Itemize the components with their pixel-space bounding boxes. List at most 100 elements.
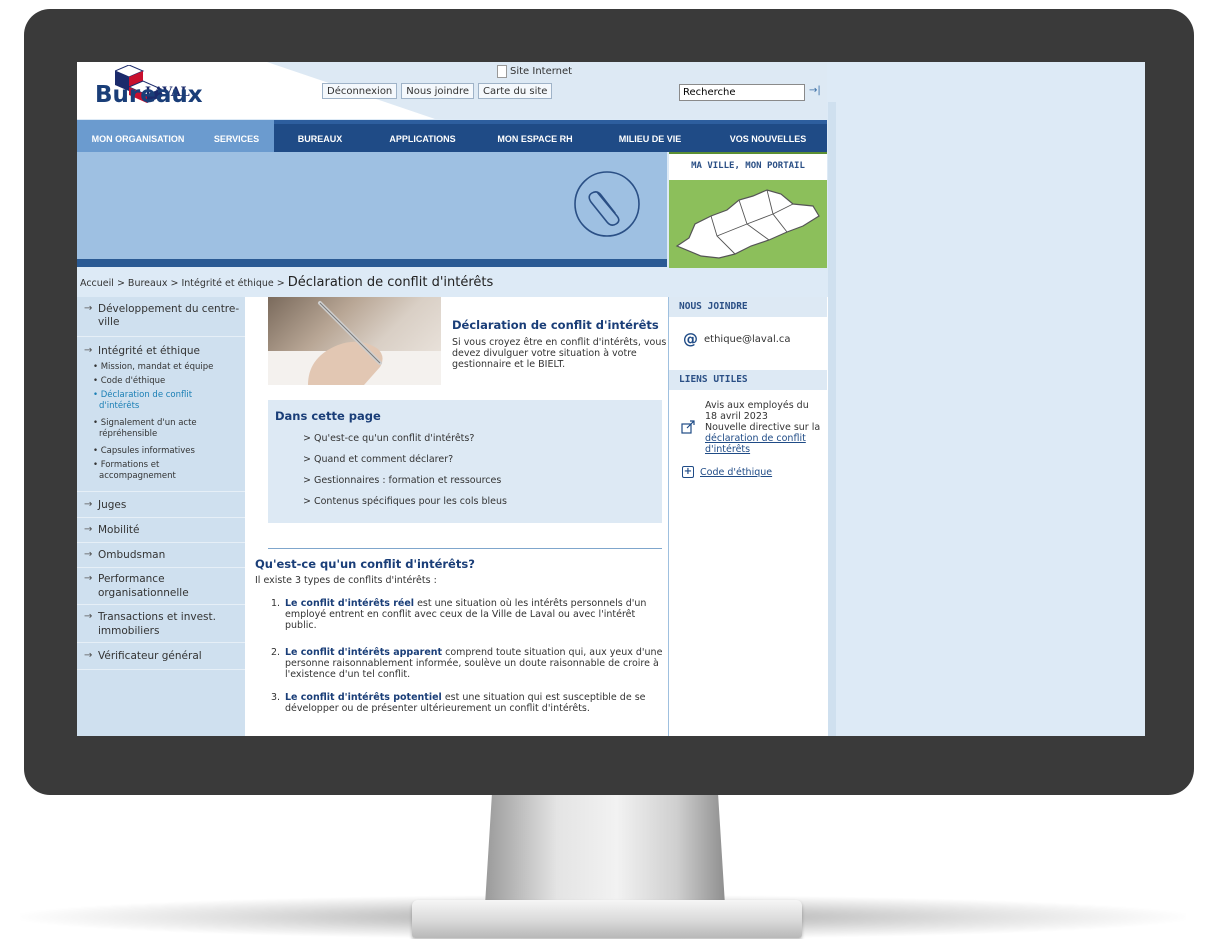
site-internet-checkbox[interactable] bbox=[497, 65, 507, 78]
notice-link[interactable]: déclaration de conflit bbox=[705, 433, 823, 444]
search-input[interactable]: Recherche bbox=[679, 84, 805, 101]
arrow-right-icon: → bbox=[84, 549, 93, 560]
definition-item: 3. Le conflit d'intérêts potentiel est u… bbox=[271, 692, 665, 714]
notice-link-2[interactable]: d'intérêts bbox=[705, 444, 823, 455]
section-lead: Il existe 3 types de conflits d'intérêts… bbox=[255, 575, 437, 586]
notice-line: Avis aux employés du bbox=[705, 400, 809, 411]
plus-icon[interactable]: + bbox=[682, 466, 694, 478]
toc-link[interactable]: > Contenus spécifiques pour les cols ble… bbox=[303, 496, 507, 507]
breadcrumb-current: Déclaration de conflit d'intérêts bbox=[287, 275, 494, 290]
toc-link[interactable]: > Gestionnaires : formation et ressource… bbox=[303, 475, 501, 486]
item-term: Le conflit d'intérêts apparent bbox=[285, 647, 443, 658]
top-links: Déconnexion Nous joindre Carte du site bbox=[322, 83, 553, 99]
menu-item-integrite[interactable]: → Intégrité et éthique • Mission, mandat… bbox=[77, 337, 245, 492]
arrow-right-icon: → bbox=[84, 345, 93, 356]
nav-applications[interactable]: APPLICATIONS bbox=[366, 120, 479, 152]
menu-item-ombudsman[interactable]: → Ombudsman bbox=[77, 543, 245, 568]
menu-label: Développement du centre- bbox=[98, 303, 240, 315]
monitor-stand bbox=[485, 790, 725, 905]
menu-label: Ombudsman bbox=[98, 549, 166, 561]
toc-link[interactable]: > Quand et comment déclarer? bbox=[303, 454, 453, 465]
email-address[interactable]: ethique@laval.ca bbox=[704, 334, 791, 345]
submenu-declaration[interactable]: • Déclaration de conflit bbox=[93, 390, 192, 401]
submenu-formations[interactable]: • Formations et bbox=[93, 460, 159, 471]
portal-title[interactable]: MA VILLE, MON PORTAIL bbox=[669, 152, 827, 180]
main-nav: MON ORGANISATION SERVICES BUREAUX APPLIC… bbox=[77, 120, 827, 152]
nav-mon-organisation[interactable]: MON ORGANISATION bbox=[77, 120, 199, 152]
at-icon: @ bbox=[683, 330, 698, 348]
menu-item-juges[interactable]: → Juges bbox=[77, 492, 245, 518]
menu-item-developpement[interactable]: → Développement du centre- ville bbox=[77, 297, 245, 337]
laval-map-icon[interactable] bbox=[669, 180, 827, 268]
external-link-icon[interactable] bbox=[681, 419, 695, 434]
submenu-code-ethique[interactable]: • Code d'éthique bbox=[93, 376, 165, 387]
submenu-formations-2[interactable]: accompagnement bbox=[99, 471, 176, 482]
intro-text: Si vous croyez être en conflit d'intérêt… bbox=[452, 337, 667, 370]
definition-item: 1. Le conflit d'intérêts réel est une si… bbox=[271, 598, 665, 631]
divider bbox=[268, 548, 662, 549]
menu-label: Intégrité et éthique bbox=[98, 345, 200, 357]
submenu-mission[interactable]: • Mission, mandat et équipe bbox=[93, 362, 213, 373]
arrow-right-icon: → bbox=[84, 611, 93, 622]
writing-hand-photo bbox=[268, 297, 441, 385]
sitemap-link[interactable]: Carte du site bbox=[478, 83, 553, 99]
nav-services[interactable]: SERVICES bbox=[199, 120, 274, 152]
menu-label: ville bbox=[98, 316, 120, 328]
monitor-base bbox=[412, 900, 802, 938]
contact-link[interactable]: Nous joindre bbox=[401, 83, 475, 99]
definition-item: 2. Le conflit d'intérêts apparent compre… bbox=[271, 647, 665, 680]
notice-line: Nouvelle directive sur la bbox=[705, 422, 821, 433]
menu-label: organisationnelle bbox=[98, 587, 189, 599]
right-column bbox=[668, 297, 828, 736]
arrow-right-icon: → bbox=[84, 303, 93, 314]
menu-item-mobilite[interactable]: → Mobilité bbox=[77, 518, 245, 543]
menu-label: immobiliers bbox=[98, 625, 160, 637]
arrow-right-icon: → bbox=[84, 524, 93, 535]
logout-link[interactable]: Déconnexion bbox=[322, 83, 398, 99]
menu-label: Juges bbox=[98, 499, 127, 511]
search-submit-icon[interactable]: →| bbox=[809, 85, 821, 96]
email-contact[interactable]: @ ethique@laval.ca bbox=[683, 330, 791, 348]
submenu-capsules[interactable]: • Capsules informatives bbox=[93, 446, 195, 457]
item-number: 2. bbox=[271, 647, 281, 658]
section-heading: Qu'est-ce qu'un conflit d'intérêts? bbox=[255, 557, 475, 571]
section-title: Bureaux bbox=[95, 82, 203, 108]
item-term: Le conflit d'intérêts potentiel bbox=[285, 692, 442, 703]
contact-heading: NOUS JOINDRE bbox=[669, 297, 827, 317]
nav-milieu-de-vie[interactable]: MILIEU DE VIE bbox=[591, 120, 709, 152]
menu-label: Mobilité bbox=[98, 524, 140, 536]
submenu-signalement[interactable]: • Signalement d'un acte bbox=[93, 418, 197, 429]
item-number: 1. bbox=[271, 598, 281, 609]
nav-bureaux[interactable]: BUREAUX bbox=[274, 120, 366, 152]
arrow-right-icon: → bbox=[84, 650, 93, 661]
menu-item-performance[interactable]: → Performance organisationnelle bbox=[77, 568, 245, 605]
right-edge-strip bbox=[828, 102, 836, 736]
arrow-right-icon: → bbox=[84, 499, 93, 510]
site-internet-label: Site Internet bbox=[510, 66, 573, 77]
item-term: Le conflit d'intérêts réel bbox=[285, 598, 415, 609]
menu-item-verificateur[interactable]: → Vérificateur général bbox=[77, 643, 245, 670]
breadcrumb: Accueil > Bureaux > Intégrité et éthique… bbox=[80, 275, 493, 290]
screen: LAVAL Site Internet Déconnexion Nous joi… bbox=[77, 62, 1145, 736]
intro-title: Déclaration de conflit d'intérêts bbox=[452, 318, 659, 332]
nav-mon-espace-rh[interactable]: MON ESPACE RH bbox=[479, 120, 591, 152]
item-number: 3. bbox=[271, 692, 281, 703]
toc-title: Dans cette page bbox=[275, 409, 381, 423]
code-ethique-link[interactable]: Code d'éthique bbox=[700, 467, 772, 478]
left-menu: → Développement du centre- ville → Intég… bbox=[77, 297, 245, 736]
useful-links-heading: LIENS UTILES bbox=[669, 370, 827, 390]
toc-link[interactable]: > Qu'est-ce qu'un conflit d'intérêts? bbox=[303, 433, 474, 444]
menu-label: Performance bbox=[98, 573, 165, 585]
submenu-declaration-2[interactable]: d'intérêts bbox=[99, 401, 139, 412]
breadcrumb-path[interactable]: Accueil > Bureaux > Intégrité et éthique… bbox=[80, 278, 285, 289]
arrow-right-icon: → bbox=[84, 573, 93, 584]
nav-vos-nouvelles[interactable]: VOS NOUVELLES bbox=[709, 120, 827, 152]
menu-item-transactions[interactable]: → Transactions et invest. immobiliers bbox=[77, 605, 245, 643]
site-internet-toggle[interactable]: Site Internet bbox=[497, 65, 572, 78]
submenu-signalement-2[interactable]: répréhensible bbox=[99, 429, 157, 440]
notice-block: Avis aux employés du 18 avril 2023 Nouve… bbox=[705, 400, 823, 455]
menu-label: Transactions et invest. bbox=[98, 611, 216, 623]
paperclip-icon bbox=[561, 158, 653, 250]
banner-bottom-bar bbox=[77, 259, 667, 267]
notice-date: 18 avril 2023 bbox=[705, 411, 768, 422]
